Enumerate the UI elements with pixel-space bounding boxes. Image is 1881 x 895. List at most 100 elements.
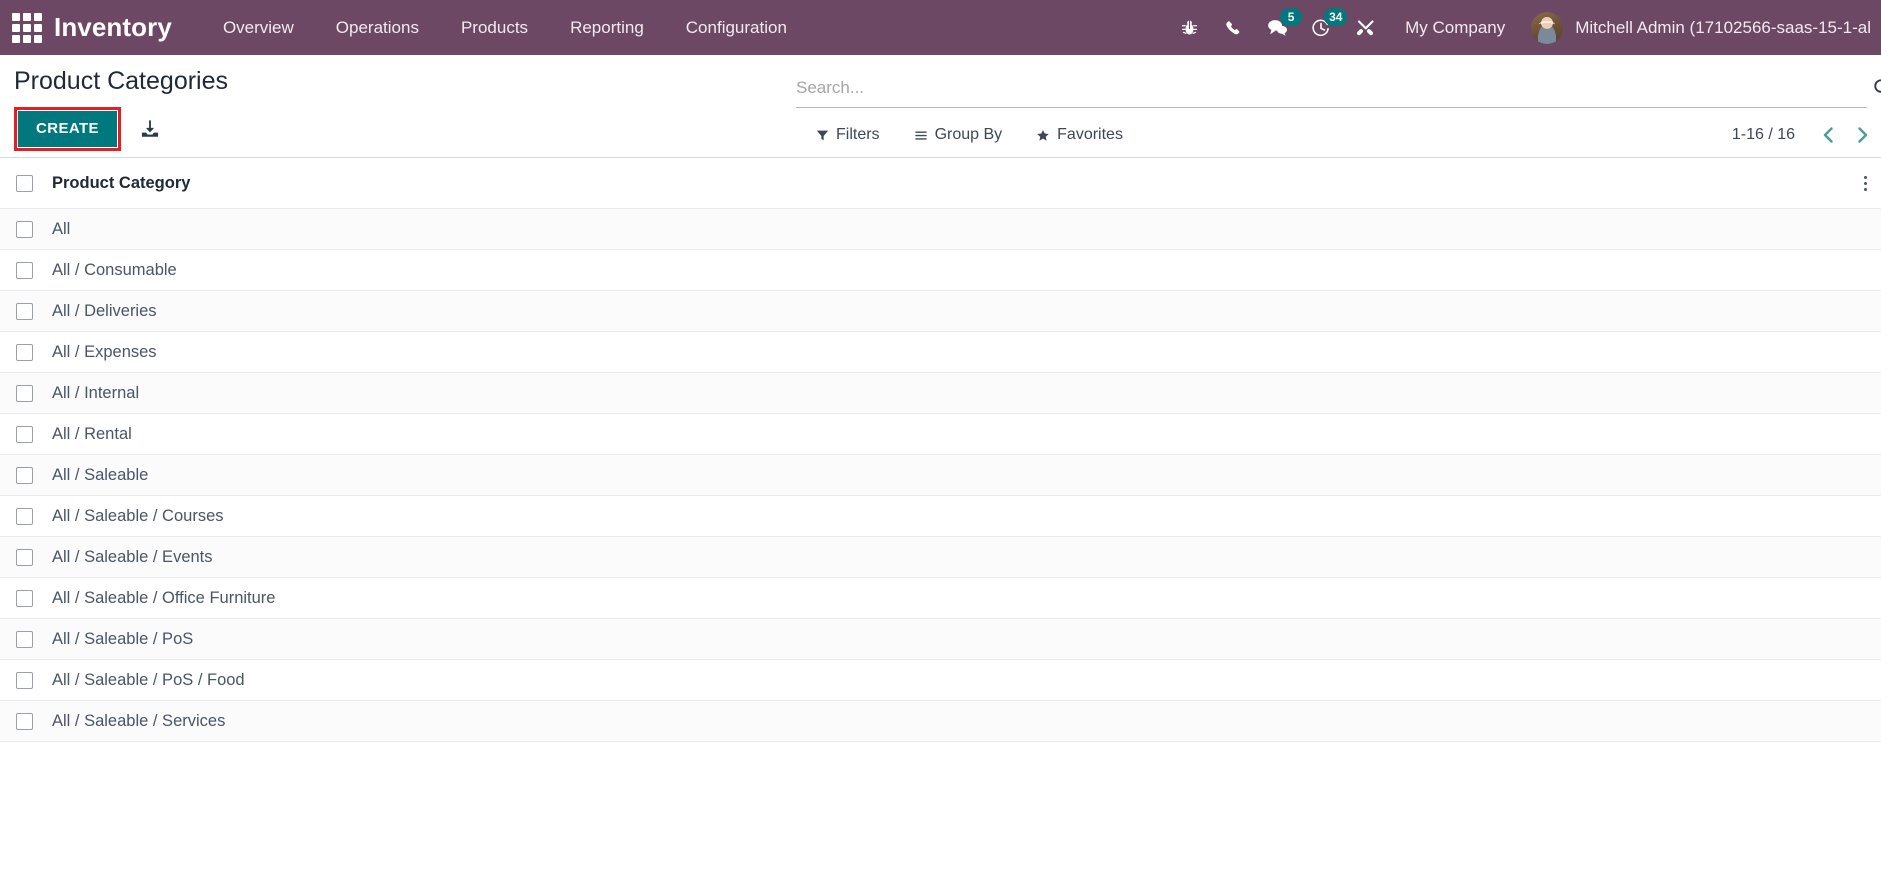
group-lines-icon — [914, 130, 927, 140]
row-checkbox[interactable] — [16, 343, 33, 361]
search-dropdowns: Filters Group By Favorites 1-16 / 16 — [796, 115, 1881, 155]
row-product-category[interactable]: All / Saleable / Office Furniture — [49, 577, 1849, 619]
tools-icon[interactable] — [1343, 0, 1387, 55]
row-checkbox[interactable] — [16, 589, 33, 607]
row-product-category[interactable]: All / Saleable — [49, 454, 1849, 496]
row-product-category[interactable]: All / Deliveries — [49, 290, 1849, 332]
phone-icon[interactable] — [1211, 0, 1255, 55]
row-product-category[interactable]: All — [49, 208, 1849, 250]
row-options-cell — [1849, 577, 1881, 619]
nav-item-overview[interactable]: Overview — [202, 0, 315, 55]
create-button[interactable]: CREATE — [18, 111, 117, 147]
nav-item-reporting[interactable]: Reporting — [549, 0, 665, 55]
row-product-category[interactable]: All / Saleable / Services — [49, 700, 1849, 742]
user-avatar — [1531, 11, 1564, 44]
row-checkbox[interactable] — [16, 712, 33, 730]
table-row[interactable]: All / Saleable / PoS — [0, 618, 1881, 660]
pager-previous-button[interactable] — [1811, 118, 1845, 152]
pager-next-button[interactable] — [1845, 118, 1879, 152]
column-options-cell — [1849, 158, 1881, 209]
pager-count: 1-16 / 16 — [1731, 126, 1795, 143]
row-options-cell — [1849, 659, 1881, 701]
row-product-category[interactable]: All / Saleable / PoS / Food — [49, 659, 1849, 701]
column-header-product-category[interactable]: Product Category — [49, 158, 1849, 209]
favorites-dropdown[interactable]: Favorites — [1026, 122, 1133, 148]
table-row[interactable]: All / Saleable / Events — [0, 536, 1881, 578]
favorites-label: Favorites — [1057, 126, 1123, 143]
row-product-category[interactable]: All / Expenses — [49, 331, 1849, 373]
table-row[interactable]: All / Saleable / PoS / Food — [0, 659, 1881, 701]
row-checkbox[interactable] — [16, 384, 33, 402]
row-options-cell — [1849, 290, 1881, 332]
row-product-category[interactable]: All / Internal — [49, 372, 1849, 414]
table-row[interactable]: All / Rental — [0, 413, 1881, 455]
row-options-cell — [1849, 249, 1881, 291]
row-select-cell — [0, 249, 49, 291]
row-select-cell — [0, 454, 49, 496]
pager: 1-16 / 16 — [1732, 118, 1881, 152]
chevron-left-icon — [1823, 127, 1833, 143]
page-title: Product Categories — [14, 67, 229, 95]
control-panel: Product Categories CREATE Search... Filt… — [0, 55, 1881, 158]
chevron-right-icon — [1857, 127, 1867, 143]
table-row[interactable]: All — [0, 208, 1881, 250]
row-checkbox[interactable] — [16, 671, 33, 689]
table-row[interactable]: All / Saleable / Office Furniture — [0, 577, 1881, 619]
nav-item-configuration[interactable]: Configuration — [665, 0, 808, 55]
search-input[interactable] — [796, 77, 1862, 102]
product-categories-table: Product Category All All / Consumable All … — [0, 158, 1881, 742]
groupby-label: Group By — [934, 126, 1003, 143]
table-row[interactable]: All / Saleable / Courses — [0, 495, 1881, 537]
row-checkbox[interactable] — [16, 261, 33, 279]
list-view: Product Category All All / Consumable All … — [0, 158, 1881, 742]
main-menu: Overview Operations Products Reporting C… — [202, 0, 808, 55]
table-row[interactable]: All / Deliveries — [0, 290, 1881, 332]
top-navbar: Inventory Overview Operations Products R… — [0, 0, 1881, 55]
app-brand-inventory[interactable]: Inventory — [54, 12, 172, 43]
row-select-cell — [0, 372, 49, 414]
row-product-category[interactable]: All / Saleable / Events — [49, 536, 1849, 578]
table-row[interactable]: All / Saleable — [0, 454, 1881, 496]
row-product-category[interactable]: All / Consumable — [49, 249, 1849, 291]
table-row[interactable]: All / Saleable / Services — [0, 700, 1881, 742]
row-select-cell — [0, 618, 49, 660]
search-magnifier-icon[interactable] — [1872, 77, 1881, 102]
nav-item-operations[interactable]: Operations — [315, 0, 440, 55]
filters-dropdown[interactable]: Filters — [806, 122, 890, 148]
select-all-checkbox[interactable] — [16, 174, 33, 192]
bug-icon[interactable] — [1167, 0, 1211, 55]
row-select-cell — [0, 577, 49, 619]
row-checkbox[interactable] — [16, 220, 33, 238]
company-switcher[interactable]: My Company — [1387, 0, 1523, 55]
row-options-cell — [1849, 454, 1881, 496]
table-row[interactable]: All / Consumable — [0, 249, 1881, 291]
row-product-category[interactable]: All / Saleable / Courses — [49, 495, 1849, 537]
row-checkbox[interactable] — [16, 466, 33, 484]
user-menu[interactable]: Mitchell Admin (17102566-saas-15-1-al — [1523, 11, 1881, 44]
row-options-cell — [1849, 413, 1881, 455]
messages-icon[interactable]: 5 — [1255, 0, 1303, 55]
row-checkbox[interactable] — [16, 548, 33, 566]
row-checkbox[interactable] — [16, 630, 33, 648]
table-row[interactable]: All / Internal — [0, 372, 1881, 414]
row-options-cell — [1849, 372, 1881, 414]
table-body: All All / Consumable All / Deliveries All /… — [0, 208, 1881, 742]
row-product-category[interactable]: All / Saleable / PoS — [49, 618, 1849, 660]
select-all-cell — [0, 158, 49, 209]
column-options-dots-icon[interactable] — [1849, 158, 1881, 208]
activities-clock-icon[interactable]: 34 — [1299, 0, 1348, 55]
row-product-category[interactable]: All / Rental — [49, 413, 1849, 455]
table-row[interactable]: All / Expenses — [0, 331, 1881, 373]
groupby-dropdown[interactable]: Group By — [904, 122, 1013, 148]
row-checkbox[interactable] — [16, 507, 33, 525]
apps-grid-icon[interactable] — [10, 11, 44, 45]
table-header-row: Product Category — [0, 158, 1881, 209]
create-button-highlight: CREATE — [14, 107, 121, 151]
nav-item-products[interactable]: Products — [440, 0, 549, 55]
row-checkbox[interactable] — [16, 302, 33, 320]
row-checkbox[interactable] — [16, 425, 33, 443]
download-export-icon[interactable] — [139, 118, 161, 140]
row-options-cell — [1849, 495, 1881, 537]
user-name-label: Mitchell Admin (17102566-saas-15-1-al — [1575, 17, 1871, 37]
row-select-cell — [0, 536, 49, 578]
